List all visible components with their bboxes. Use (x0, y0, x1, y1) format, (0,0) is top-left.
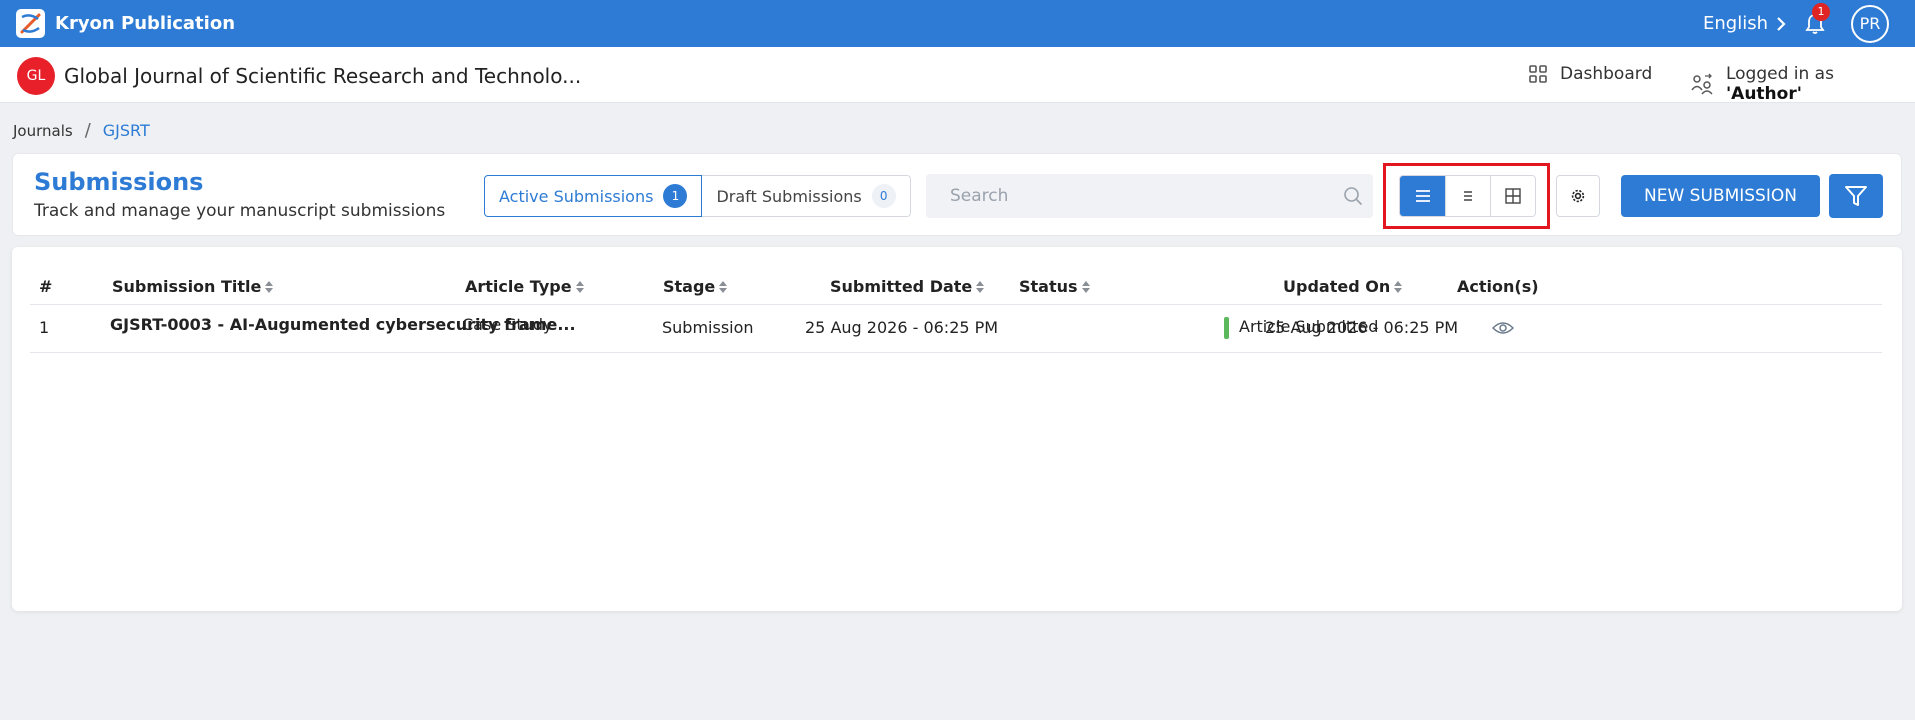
column-header-index: # (39, 277, 53, 296)
tab-count: 0 (871, 184, 896, 208)
logged-in-role-name: 'Author' (1725, 84, 1802, 104)
tab-active-submissions[interactable]: Active Submissions 1 (484, 175, 703, 217)
new-submission-button[interactable]: NEW SUBMISSION (1621, 175, 1820, 217)
compact-list-view-button[interactable] (1445, 176, 1490, 216)
switch-user-icon (1691, 73, 1713, 95)
sort-icon[interactable] (575, 280, 584, 293)
logged-in-prefix: Logged in as (1725, 64, 1834, 84)
sort-icon[interactable] (976, 280, 985, 293)
column-header-stage[interactable]: Stage (663, 277, 728, 296)
row-updated-on: 25 Aug 2026 - 06:25 PM (1265, 318, 1459, 337)
dashboard-label: Dashboard (1560, 64, 1653, 84)
dashboard-icon (1529, 65, 1547, 83)
settings-button[interactable] (1556, 175, 1600, 217)
journal-logo: GL (17, 57, 55, 95)
breadcrumb-journals[interactable]: Journals (13, 122, 73, 140)
journal-name: Global Journal of Scientific Research an… (64, 64, 582, 88)
eye-icon[interactable] (1492, 320, 1514, 336)
logged-in-text: Logged in as 'Author' (1726, 64, 1915, 104)
tab-label: Draft Submissions (716, 186, 862, 206)
row-stage: Submission (662, 318, 754, 337)
page-subtitle: Track and manage your manuscript submiss… (34, 201, 446, 221)
brand-name: Kryon Publication (55, 13, 236, 34)
list-view-icon (1415, 190, 1430, 202)
tab-count: 1 (663, 184, 688, 208)
table-row[interactable]: 1 GJSRT-0003 - AI-Augumented cybersecuri… (30, 305, 1882, 353)
status-indicator (1224, 317, 1229, 339)
breadcrumb-current[interactable]: GJSRT (103, 121, 150, 140)
column-header-updated-on[interactable]: Updated On (1283, 277, 1403, 296)
row-submitted-date: 25 Aug 2026 - 06:25 PM (805, 318, 999, 337)
compact-list-icon (1464, 191, 1472, 201)
sort-icon[interactable] (1394, 280, 1403, 293)
user-avatar[interactable]: PR (1851, 5, 1889, 43)
grid-view-button[interactable] (1490, 176, 1535, 216)
sort-icon[interactable] (719, 280, 728, 293)
language-label: English (1703, 13, 1768, 34)
view-mode-toggle (1399, 175, 1536, 217)
chevron-right-icon (1777, 16, 1786, 31)
submissions-header: Submissions Track and manage your manusc… (12, 153, 1902, 236)
top-bar: Kryon Publication English 1 PR (0, 0, 1915, 47)
breadcrumb: Journals / GJSRT (13, 120, 150, 141)
row-article-type: Case Study (462, 315, 553, 334)
column-header-submitted-date[interactable]: Submitted Date (830, 277, 985, 296)
gear-icon (1571, 189, 1585, 203)
grid-view-icon (1505, 188, 1521, 204)
column-header-status[interactable]: Status (1019, 277, 1090, 296)
search-icon[interactable] (1343, 186, 1363, 206)
search-box (926, 174, 1373, 218)
table-header: # Submission Title Article Type Stage Su… (30, 267, 1882, 305)
dashboard-link[interactable]: Dashboard (1528, 64, 1652, 84)
tab-draft-submissions[interactable]: Draft Submissions 0 (702, 175, 911, 217)
filter-icon (1845, 186, 1867, 206)
list-view-button[interactable] (1400, 176, 1445, 216)
language-selector[interactable]: English (1703, 13, 1786, 34)
logged-in-role[interactable]: Logged in as 'Author' (1690, 64, 1915, 104)
submission-tabs: Active Submissions 1 Draft Submissions 0 (484, 175, 911, 217)
submissions-table: # Submission Title Article Type Stage Su… (12, 247, 1902, 611)
brand-logo-icon (16, 9, 45, 38)
column-header-article-type[interactable]: Article Type (465, 277, 584, 296)
sort-icon[interactable] (265, 280, 274, 293)
notification-badge: 1 (1812, 3, 1830, 21)
breadcrumb-separator: / (84, 120, 91, 141)
journal-bar: GL Global Journal of Scientific Research… (0, 47, 1915, 104)
page-title: Submissions (34, 168, 204, 196)
tab-label: Active Submissions (499, 186, 654, 206)
search-input[interactable] (926, 174, 1326, 218)
column-header-title[interactable]: Submission Title (112, 277, 274, 296)
row-index: 1 (39, 318, 50, 337)
brand[interactable]: Kryon Publication (16, 9, 235, 38)
column-header-actions: Action(s) (1457, 277, 1539, 296)
sort-icon[interactable] (1081, 280, 1090, 293)
filter-button[interactable] (1829, 174, 1883, 218)
